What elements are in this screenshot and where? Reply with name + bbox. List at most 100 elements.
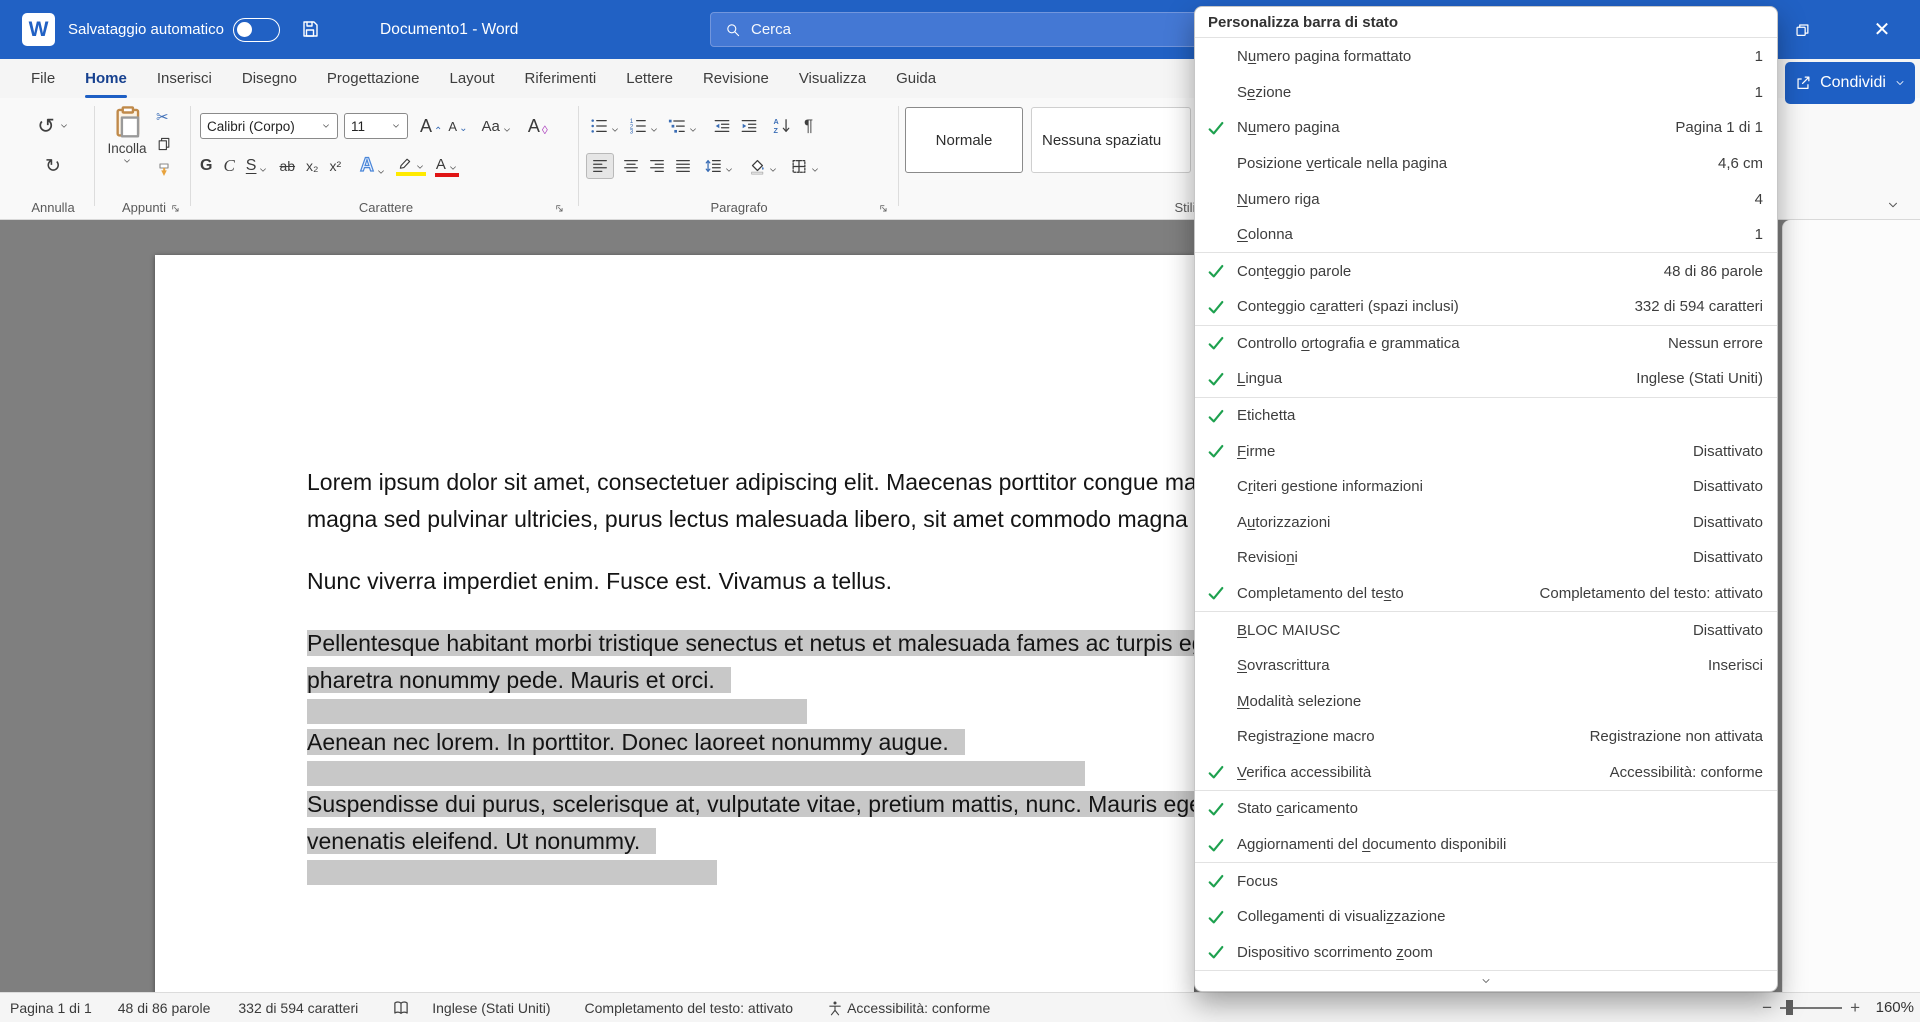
menu-item[interactable]: Stato caricamento [1195,791,1777,827]
zoom-level[interactable]: 160% [1868,999,1914,1016]
status-char-count[interactable]: 332 di 594 caratteri [238,1000,358,1016]
underline-button[interactable]: S [246,157,269,175]
tab-riferimenti[interactable]: Riferimenti [510,59,612,98]
cut-icon[interactable]: ✂ [156,108,172,126]
align-left-button[interactable] [586,153,614,179]
close-window-button[interactable]: ✕ [1858,0,1906,59]
font-dialog-launcher-icon[interactable] [554,203,566,215]
menu-item[interactable]: Conteggio parole48 di 86 parole [1195,253,1777,289]
menu-item[interactable]: Verifica accessibilitàAccessibilità: con… [1195,755,1777,791]
menu-item[interactable]: Conteggio caratteri (spazi inclusi)332 d… [1195,289,1777,325]
copy-icon[interactable] [156,136,172,152]
autosave-toggle[interactable] [233,18,280,42]
menu-item[interactable]: LinguaInglese (Stati Uniti) [1195,361,1777,397]
share-button[interactable]: Condividi [1785,62,1915,104]
status-word-count[interactable]: 48 di 86 parole [118,1000,211,1016]
sort-button[interactable] [773,117,791,135]
shading-button[interactable] [748,157,778,175]
restore-window-button[interactable] [1778,0,1826,59]
menu-item[interactable]: Numero riga4 [1195,181,1777,217]
redo-icon[interactable]: ↻ [45,155,61,178]
menu-item[interactable]: BLOC MAIUSCDisattivato [1195,612,1777,648]
save-icon[interactable] [300,19,320,39]
font-name-select[interactable]: Calibri (Corpo) [200,113,338,139]
multilevel-list-button[interactable] [668,117,698,135]
menu-item[interactable]: RevisioniDisattivato [1195,540,1777,576]
tab-revisione[interactable]: Revisione [688,59,784,98]
clear-formatting-button[interactable]: A◊ [528,116,548,137]
zoom-slider[interactable] [1780,1007,1842,1009]
ribbon-collapse-chevron[interactable] [1886,198,1900,212]
search-input[interactable]: Cerca [710,12,1198,47]
italic-button[interactable]: C [223,156,234,176]
clipboard-dialog-launcher-icon[interactable] [170,203,182,215]
menu-item[interactable]: Colonna1 [1195,217,1777,253]
tab-layout[interactable]: Layout [435,59,510,98]
menu-item[interactable]: Controllo ortografia e grammaticaNessun … [1195,326,1777,362]
menu-item[interactable]: Sezione1 [1195,75,1777,111]
undo-icon[interactable]: ↺ [37,114,55,139]
grow-font-button[interactable]: A⌃ [420,116,442,137]
status-page-number[interactable]: Pagina 1 di 1 [10,1000,92,1016]
tab-home[interactable]: Home [70,59,142,98]
align-justify-button[interactable] [674,157,692,175]
bold-button[interactable]: G [200,157,212,175]
status-text-completion[interactable]: Completamento del testo: attivato [585,1000,794,1016]
align-center-button[interactable] [622,157,640,175]
menu-item[interactable]: Numero pagina formattato1 [1195,39,1777,75]
menu-item[interactable]: AutorizzazioniDisattivato [1195,505,1777,541]
menu-item[interactable]: Aggiornamenti del documento disponibili [1195,827,1777,863]
align-right-button[interactable] [648,157,666,175]
line-spacing-button[interactable] [704,157,734,175]
zoom-in-button[interactable]: + [1850,998,1860,1018]
superscript-button[interactable]: x² [329,158,341,174]
proofing-book-icon[interactable] [392,999,410,1017]
numbering-button[interactable] [629,117,659,135]
subscript-button[interactable]: x₂ [306,158,318,174]
highlight-color-button[interactable] [397,156,425,176]
word-app-icon[interactable]: W [22,13,55,46]
menu-item[interactable]: Focus [1195,863,1777,899]
tab-guida[interactable]: Guida [881,59,951,98]
menu-item[interactable]: Registrazione macroRegistrazione non att… [1195,719,1777,755]
menu-item[interactable]: Dispositivo scorrimento zoom [1195,934,1777,970]
menu-item[interactable]: Collegamenti di visualizzazione [1195,899,1777,935]
menu-scroll-down-button[interactable] [1195,970,1777,991]
strikethrough-button[interactable]: ab [279,158,295,174]
borders-button[interactable] [790,157,820,175]
paragraph-dialog-launcher-icon[interactable] [878,203,890,215]
change-case-button[interactable]: Aa [481,118,511,135]
increase-indent-button[interactable] [740,117,758,135]
decrease-indent-button[interactable] [713,117,731,135]
menu-item[interactable]: SovrascritturaInserisci [1195,648,1777,684]
tab-inserisci[interactable]: Inserisci [142,59,227,98]
menu-item[interactable]: Posizione verticale nella pagina4,6 cm [1195,146,1777,182]
chevron-down-icon[interactable] [59,121,69,131]
menu-item[interactable]: FirmeDisattivato [1195,433,1777,469]
zoom-out-button[interactable]: − [1762,998,1772,1018]
tab-lettere[interactable]: Lettere [611,59,688,98]
zoom-slider-handle[interactable] [1786,1000,1793,1015]
menu-item[interactable]: Completamento del testoCompletamento del… [1195,576,1777,612]
bullets-button[interactable] [590,117,620,135]
document-page[interactable]: Lorem ipsum dolor sit amet, consectetuer… [155,255,1194,992]
menu-item[interactable]: Etichetta [1195,398,1777,434]
menu-item[interactable]: Criteri gestione informazioniDisattivato [1195,469,1777,505]
status-language[interactable]: Inglese (Stati Uniti) [432,1000,550,1016]
style-no-spacing-card[interactable]: Nessuna spaziatu [1031,107,1191,173]
tab-progettazione[interactable]: Progettazione [312,59,435,98]
tab-visualizza[interactable]: Visualizza [784,59,881,98]
show-paragraph-marks-button[interactable]: ¶ [804,116,813,136]
status-accessibility[interactable]: Accessibilità: conforme [847,1000,990,1016]
format-painter-icon[interactable] [156,162,172,178]
font-color-button[interactable]: A [436,156,458,177]
menu-item[interactable]: Numero paginaPagina 1 di 1 [1195,110,1777,146]
tab-disegno[interactable]: Disegno [227,59,312,98]
menu-item[interactable]: Modalità selezione [1195,683,1777,719]
paste-button[interactable]: Incolla [100,104,154,166]
shrink-font-button[interactable]: A⌄ [448,119,467,134]
style-normal-card[interactable]: Normale [905,107,1023,173]
document-scrollbar-panel[interactable] [1782,220,1920,992]
font-size-select[interactable]: 11 [344,113,408,139]
tab-file[interactable]: File [16,59,70,98]
